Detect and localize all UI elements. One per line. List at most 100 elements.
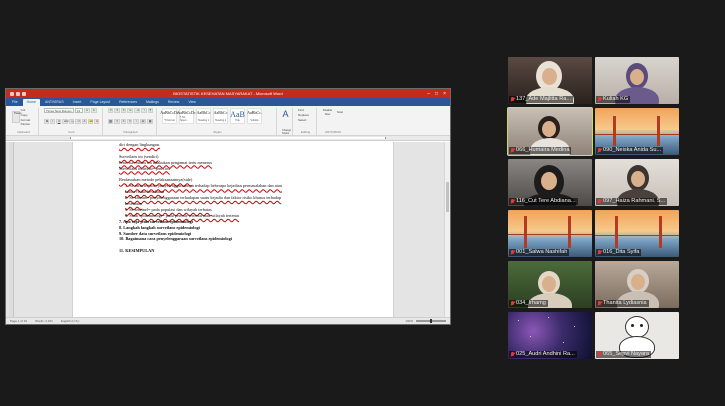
muted-mic-icon — [597, 351, 602, 358]
muted-mic-icon — [597, 198, 602, 205]
font-size-select[interactable]: 12 — [75, 108, 83, 113]
zoom-slider[interactable] — [416, 319, 446, 323]
word-count[interactable]: Words: 2,161 — [35, 319, 53, 323]
align-left-button[interactable]: ≡ — [108, 119, 114, 124]
tab-review[interactable]: Review — [164, 99, 183, 106]
select-button[interactable]: Select — [298, 118, 313, 122]
style-sample: AaB — [230, 110, 245, 119]
zoom-control[interactable]: 100% — [405, 319, 446, 323]
style-sample: AaBbCcDc — [177, 110, 196, 115]
find-button[interactable]: Find — [298, 108, 313, 112]
numbering-button[interactable]: ≡ — [114, 108, 120, 113]
participant-tile[interactable]: 137_Ade Majlitta Ra... — [508, 57, 592, 104]
superscript-button[interactable]: x² — [75, 119, 81, 124]
language-indicator[interactable]: English (U.S.) — [61, 319, 80, 323]
align-right-button[interactable]: ≡ — [120, 119, 127, 124]
subscript-button[interactable]: x₂ — [69, 119, 75, 124]
page-count[interactable]: Page 1 of 10 — [10, 319, 27, 323]
participant-tile-active-speaker[interactable]: 066_Humaira Medina — [507, 107, 593, 156]
participant-tile[interactable]: 065_Sepvi Nayara — [595, 312, 679, 359]
change-styles-icon[interactable]: A — [282, 108, 289, 120]
document-line: 11. KESIMPULAN — [119, 248, 155, 254]
muted-mic-icon — [597, 96, 602, 103]
font-name-select[interactable]: Times New Roman — [44, 108, 74, 113]
document-area[interactable]: diri dengan lingkungan. Surveilans ini (s… — [6, 142, 450, 317]
participant-tile[interactable]: Thanita Lydiasnia — [595, 261, 679, 308]
participant-tile[interactable]: 001_Salwa Nashifah — [508, 210, 592, 257]
style-option[interactable]: AaBbCcDc ¶ Normal — [160, 108, 179, 124]
muted-mic-icon — [510, 198, 515, 205]
participant-name: 137_Ade Majlitta Ra... — [516, 96, 572, 102]
zoom-level: 100% — [405, 319, 413, 323]
participant-tile[interactable]: 116_Cut Tere Abdiana... — [508, 159, 592, 206]
participant-tile[interactable]: 016_Dita Syifa — [595, 210, 679, 257]
style-option[interactable]: AaBbCc Heading 1 — [196, 108, 211, 124]
decrease-indent-button[interactable]: ⇤ — [127, 108, 134, 113]
increase-indent-button[interactable]: ⇥ — [134, 108, 141, 113]
multilevel-list-button[interactable]: ≡ — [120, 108, 127, 113]
bold-button[interactable]: B — [44, 119, 49, 124]
muted-mic-icon — [510, 147, 515, 154]
replace-button[interactable]: Replace — [298, 113, 313, 117]
participant-tile[interactable]: 097_Haiza Rahmani. S... — [595, 159, 679, 206]
text-effects-button[interactable]: A — [81, 119, 87, 124]
center-button[interactable]: ≡ — [114, 119, 120, 124]
document-page[interactable]: diri dengan lingkungan. Surveilans ini (s… — [72, 142, 394, 317]
change-styles-group: A Change Styles — [279, 108, 293, 135]
tab-antivirus[interactable]: ANTIVIRUS — [41, 99, 68, 106]
change-styles-button[interactable]: Change Styles — [282, 129, 291, 135]
scan-button[interactable]: Scan — [336, 110, 344, 114]
line-spacing-button[interactable]: ↕ — [133, 119, 139, 124]
tab-view[interactable]: View — [184, 99, 200, 106]
format-painter-button[interactable]: Format Painter — [21, 118, 35, 126]
antivirus-group: Disable Now Scan ANTIVIRUS — [319, 108, 347, 135]
shrink-font-button[interactable]: a — [91, 108, 97, 113]
strikethrough-button[interactable]: abc — [62, 119, 69, 124]
status-bar: Page 1 of 10 Words: 2,161 English (U.S.)… — [6, 317, 450, 324]
style-option[interactable]: AaBbCc Heading 2 — [213, 108, 228, 124]
muted-mic-icon — [510, 300, 515, 307]
disable-now-button[interactable]: Disable Now — [322, 108, 333, 116]
grow-font-button[interactable]: A — [84, 108, 91, 113]
style-name: Heading 2 — [214, 119, 227, 122]
style-option[interactable]: AaBbCcDc ¶ No Spaci... — [177, 108, 196, 124]
participant-name: 116_Cut Tere Abdiana... — [516, 198, 576, 204]
tab-insert[interactable]: Insert — [69, 99, 86, 106]
bullets-button[interactable]: ≡ — [108, 108, 114, 113]
underline-button[interactable]: U — [56, 119, 61, 124]
paste-button[interactable]: Paste — [12, 111, 22, 123]
participant-name: 001_Salwa Nashifah — [516, 249, 568, 255]
style-sample: AaBbCc — [196, 110, 211, 115]
participant-tile[interactable]: 025_Audri Andhini Ra... — [508, 312, 592, 359]
participant-tile[interactable]: 090_Neiska Anida Su... — [595, 108, 679, 155]
style-option[interactable]: AaB Title — [230, 108, 245, 124]
sort-button[interactable]: ↕ — [141, 108, 147, 113]
tab-references[interactable]: References — [115, 99, 141, 106]
italic-button[interactable]: I — [50, 119, 55, 124]
scrollbar-thumb[interactable] — [446, 182, 449, 212]
font-group-label: Font — [68, 130, 75, 134]
document-title: BIOSTATISTIK KESEHATAN MASYARAKAT - Micr… — [173, 91, 283, 96]
tab-home[interactable]: Home — [22, 99, 40, 106]
highlight-button[interactable]: ab — [87, 119, 93, 124]
tab-file[interactable]: File — [8, 99, 22, 106]
show-marks-button[interactable]: ¶ — [147, 108, 153, 113]
font-color-button[interactable]: A — [94, 119, 99, 124]
horizontal-ruler[interactable] — [6, 136, 450, 141]
font-group: Times New Roman 12 A a B I U abc x₂ x² A… — [41, 108, 103, 135]
justify-button[interactable]: ≡ — [127, 119, 133, 124]
copy-button[interactable]: Copy — [21, 113, 35, 117]
tab-page-layout[interactable]: Page Layout — [86, 99, 114, 106]
style-option[interactable]: AaBbCc. Subtitle — [247, 108, 262, 124]
vertical-scrollbar[interactable] — [444, 142, 450, 317]
participant-name: 065_Sepvi Nayara — [603, 351, 650, 357]
cut-button[interactable]: Cut — [21, 108, 35, 112]
clipboard-group-label: Clipboard — [17, 130, 30, 134]
participant-tile[interactable]: Kuliah KG — [595, 57, 679, 104]
style-name: Subtitle — [250, 119, 259, 122]
paragraph-group: ≡ ≡ ≡ ⇤ ⇥ ↕ ¶ ≡ ≡ ≡ ≡ ↕ ▤ ▦ Paragraph — [105, 108, 157, 135]
participant-tile[interactable]: 034_Irhamg — [508, 261, 592, 308]
borders-button[interactable]: ▦ — [146, 119, 153, 124]
shading-button[interactable]: ▤ — [139, 119, 146, 124]
tab-mailings[interactable]: Mailings — [142, 99, 163, 106]
